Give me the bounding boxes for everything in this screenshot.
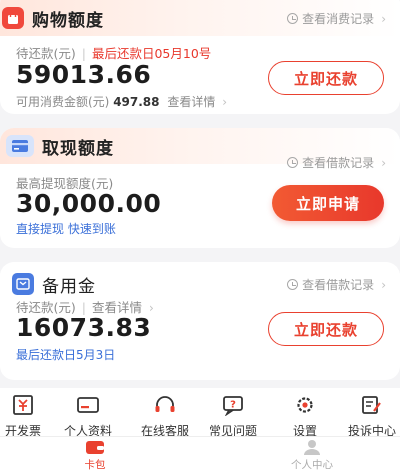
cash-card-icon: [6, 135, 34, 157]
bottom-tab-bar: 卡包 个人中心: [0, 436, 400, 476]
shopping-card-title: 购物额度: [32, 10, 104, 31]
tool-faq[interactable]: ? 常见问题: [193, 388, 273, 439]
gear-icon: [297, 397, 313, 413]
wallet-icon: [86, 441, 104, 454]
reserve-fund-card: 备用金 查看借款记录 › 待还款(元) | 查看详情 › 16073.83 最后还款…: [0, 262, 400, 380]
clock-icon: [287, 13, 299, 24]
cash-features: 直接提现 快速到账: [16, 220, 116, 237]
last-due-date: 最后还款日05月10号: [91, 46, 212, 61]
tab-profile-label: 个人中心: [291, 459, 333, 471]
complaint-icon: [362, 396, 381, 414]
apply-now-button[interactable]: 立即申请: [272, 185, 384, 221]
view-spending-records-link[interactable]: 查看消费记录 ›: [287, 10, 386, 27]
svg-text:?: ?: [230, 400, 236, 411]
headset-icon: [155, 396, 175, 412]
chevron-right-icon: ›: [381, 11, 386, 26]
clock-icon: [287, 279, 299, 290]
tab-profile[interactable]: 个人中心: [252, 439, 372, 472]
user-icon: [304, 440, 320, 455]
reserve-last-due-row: 最后还款日5月3日: [16, 346, 115, 363]
invoice-icon: [13, 395, 33, 415]
tab-wallet-label: 卡包: [84, 459, 106, 471]
chevron-right-icon: ›: [381, 277, 386, 292]
view-loan-records-link[interactable]: 查看借款记录 ›: [287, 154, 386, 171]
reserve-due-amount: 16073.83: [16, 313, 152, 342]
shopping-credit-card: 购物额度 查看消费记录 › 待还款(元) | 最后还款日05月10号 59013.6…: [0, 0, 400, 114]
repay-now-button[interactable]: 立即还款: [268, 61, 384, 95]
chevron-right-icon: ›: [381, 155, 386, 170]
divider: |: [81, 46, 86, 61]
reserve-repay-now-button[interactable]: 立即还款: [268, 312, 384, 346]
view-spending-records-label: 查看消费记录: [302, 12, 375, 26]
cash-features-text: 直接提现 快速到账: [16, 222, 116, 236]
tool-profile[interactable]: 个人资料: [48, 388, 128, 439]
cash-card-header: 取现额度 查看借款记录 ›: [0, 128, 400, 170]
cash-limit-amount: 30,000.00: [16, 189, 162, 218]
due-label: 待还款(元): [16, 46, 76, 61]
cash-card-title: 取现额度: [42, 138, 114, 159]
shopping-card-title-wrap: 购物额度: [0, 0, 104, 36]
view-loan-records-label: 查看借款记录: [302, 278, 375, 292]
shopping-due-amount: 59013.66: [16, 60, 152, 89]
available-label: 可用消费金额(元): [16, 95, 110, 109]
reserve-last-due: 最后还款日5月3日: [16, 348, 116, 362]
shopping-card-header: 购物额度 查看消费记录 ›: [0, 0, 400, 36]
shopping-bag-icon: [2, 7, 24, 29]
view-details-link[interactable]: 查看详情 ›: [167, 95, 227, 109]
id-card-icon: [77, 397, 99, 413]
view-loan-records-link-2[interactable]: 查看借款记录 ›: [287, 276, 386, 293]
service-tools-row: 开发票 个人资料 在线客服 ? 常见问题 设置 投诉中心: [0, 388, 400, 439]
available-value: 497.88: [113, 95, 160, 109]
tool-complaint[interactable]: 投诉中心: [332, 388, 400, 439]
cash-credit-card: 取现额度 查看借款记录 › 最高提现额度(元) 30,000.00 直接提现 快…: [0, 128, 400, 248]
view-loan-records-label: 查看借款记录: [302, 156, 375, 170]
chevron-right-icon: ›: [222, 95, 227, 109]
reserve-card-title: 备用金: [42, 276, 96, 297]
reserve-fund-icon: [12, 273, 34, 295]
clock-icon: [287, 157, 299, 168]
tab-wallet[interactable]: 卡包: [35, 439, 155, 472]
available-amount-row: 可用消费金额(元) 497.88 查看详情 ›: [16, 93, 227, 110]
cash-card-title-wrap: 取现额度: [0, 128, 114, 164]
faq-icon: ?: [223, 396, 243, 416]
